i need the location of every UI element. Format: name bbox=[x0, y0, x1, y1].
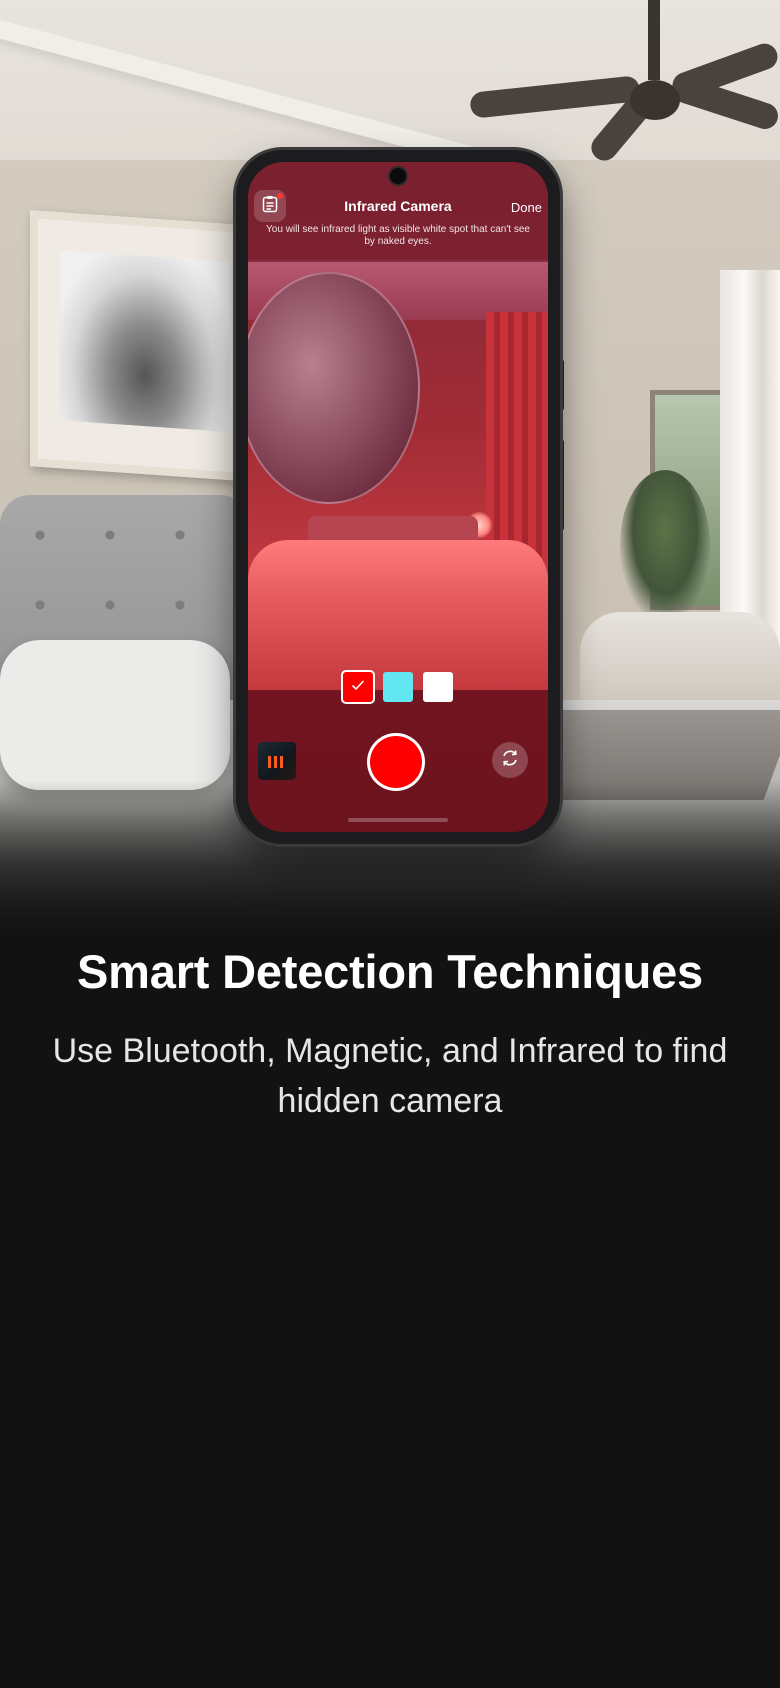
record-button[interactable] bbox=[370, 736, 422, 788]
checkmark-icon bbox=[351, 678, 365, 696]
swatch-white[interactable] bbox=[423, 672, 453, 702]
swatch-cyan[interactable] bbox=[383, 672, 413, 702]
home-indicator bbox=[348, 818, 448, 822]
plant bbox=[620, 470, 710, 620]
swatch-red[interactable] bbox=[343, 672, 373, 702]
phone-mockup: Infrared Camera Done You will see infrar… bbox=[236, 150, 560, 844]
screen-subtitle: You will see infrared light as visible w… bbox=[266, 224, 530, 247]
ceiling-fan bbox=[469, 0, 780, 166]
onboarding-description: Use Bluetooth, Magnetic, and Infrared to… bbox=[52, 1032, 728, 1120]
front-camera-hole bbox=[390, 168, 406, 184]
wall-painting bbox=[30, 210, 256, 482]
phone-screen: Infrared Camera Done You will see infrar… bbox=[248, 162, 548, 832]
pillow bbox=[0, 640, 230, 790]
camera-flip-icon bbox=[500, 748, 520, 773]
color-filter-swatches bbox=[248, 672, 548, 702]
screen-title: Infrared Camera bbox=[344, 198, 452, 214]
gallery-thumbnail[interactable] bbox=[258, 742, 296, 780]
done-button[interactable]: Done bbox=[511, 200, 542, 215]
flip-camera-button[interactable] bbox=[492, 742, 528, 778]
camera-viewfinder bbox=[248, 162, 548, 832]
onboarding-headline: Smart Detection Techniques bbox=[77, 945, 703, 998]
round-mirror bbox=[248, 272, 420, 504]
